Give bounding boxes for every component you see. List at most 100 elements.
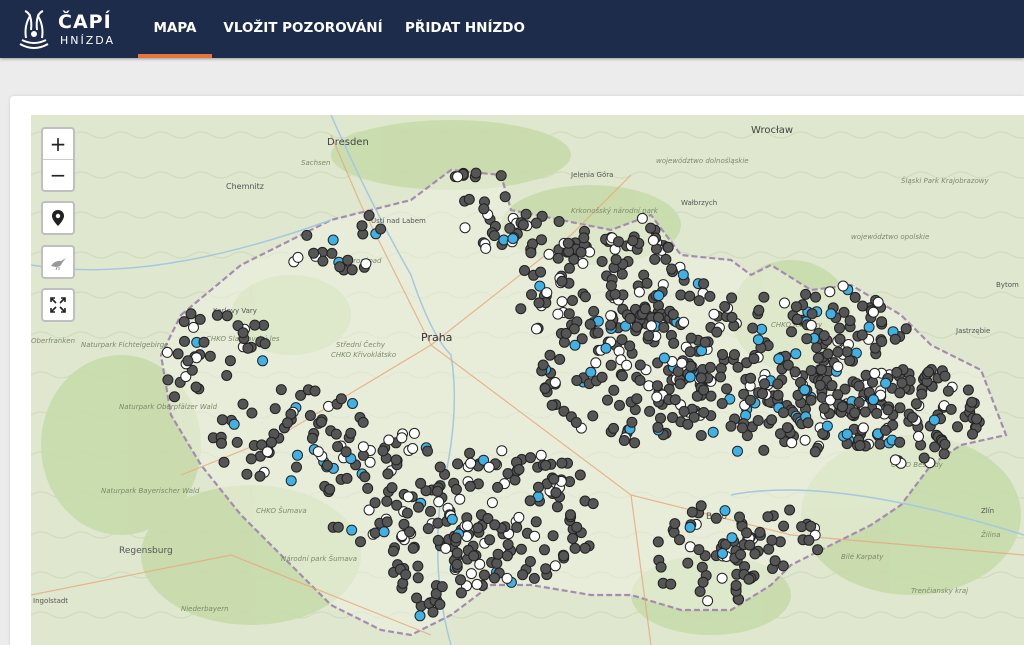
nest-marker[interactable] [386, 482, 398, 494]
nest-marker[interactable] [317, 255, 329, 267]
nest-marker[interactable] [312, 446, 324, 458]
nest-marker[interactable] [769, 555, 781, 567]
nest-marker[interactable] [753, 304, 765, 316]
nest-marker[interactable] [800, 288, 812, 300]
nest-marker[interactable] [414, 610, 426, 622]
nest-marker[interactable] [301, 229, 313, 241]
nest-marker[interactable] [478, 569, 490, 581]
nest-marker[interactable] [645, 320, 657, 332]
nest-marker[interactable] [649, 253, 661, 265]
nest-marker[interactable] [436, 581, 448, 593]
nest-marker[interactable] [434, 461, 446, 473]
nest-marker[interactable] [246, 407, 258, 419]
nav-item-vlozit-pozorovani[interactable]: VLOŽIT POZOROVÁNÍ [222, 0, 384, 58]
nest-marker[interactable] [695, 372, 707, 384]
nest-marker[interactable] [402, 491, 414, 503]
nest-marker[interactable] [556, 275, 568, 287]
nest-marker[interactable] [218, 456, 230, 468]
nest-marker[interactable] [413, 501, 424, 513]
nest-marker[interactable] [507, 233, 519, 245]
nest-marker[interactable] [660, 253, 672, 265]
nest-marker[interactable] [565, 509, 576, 521]
nest-marker[interactable] [633, 286, 645, 298]
nest-marker[interactable] [962, 384, 974, 396]
nest-marker[interactable] [363, 210, 375, 221]
nest-marker[interactable] [710, 512, 722, 524]
nest-marker[interactable] [826, 380, 838, 391]
nest-marker[interactable] [841, 346, 853, 358]
nest-marker[interactable] [812, 352, 824, 364]
nest-marker[interactable] [677, 269, 689, 281]
nest-marker[interactable] [854, 440, 866, 451]
nest-marker[interactable] [616, 370, 628, 382]
nest-marker[interactable] [658, 321, 670, 333]
nest-marker[interactable] [801, 333, 813, 345]
nest-marker[interactable] [716, 572, 728, 584]
nest-marker[interactable] [923, 366, 934, 378]
nest-marker[interactable] [729, 349, 740, 361]
nest-marker[interactable] [805, 520, 817, 532]
nest-marker[interactable] [470, 167, 482, 179]
nest-marker[interactable] [570, 417, 582, 428]
nest-marker[interactable] [558, 336, 570, 348]
nest-marker[interactable] [668, 337, 680, 349]
nest-marker[interactable] [695, 500, 707, 512]
nest-marker[interactable] [266, 436, 277, 448]
nest-marker[interactable] [717, 548, 728, 559]
nest-marker[interactable] [549, 560, 561, 572]
nest-marker[interactable] [552, 252, 564, 264]
nav-item-pridat-hnizdo[interactable]: PŘIDAT HNÍZDO [400, 0, 530, 58]
nest-marker[interactable] [674, 534, 685, 546]
nest-marker[interactable] [341, 472, 353, 484]
nest-marker[interactable] [484, 534, 496, 546]
nest-marker[interactable] [496, 445, 508, 457]
nest-marker[interactable] [524, 556, 536, 567]
nest-marker[interactable] [541, 287, 553, 299]
nest-marker[interactable] [600, 342, 612, 354]
nest-marker[interactable] [355, 536, 366, 548]
nest-marker[interactable] [803, 534, 815, 546]
nest-marker[interactable] [569, 339, 581, 351]
nest-marker[interactable] [539, 383, 551, 394]
nest-marker[interactable] [802, 417, 814, 429]
nest-marker[interactable] [574, 469, 586, 481]
nest-marker[interactable] [179, 335, 190, 347]
nest-marker[interactable] [474, 558, 486, 570]
nest-marker[interactable] [309, 385, 321, 397]
nest-marker[interactable] [786, 326, 797, 338]
nest-marker[interactable] [791, 313, 803, 325]
nest-marker[interactable] [543, 248, 555, 260]
nest-marker[interactable] [501, 550, 513, 562]
nest-marker[interactable] [876, 316, 888, 328]
nest-marker[interactable] [779, 297, 790, 309]
nest-marker[interactable] [605, 359, 617, 371]
nest-marker[interactable] [575, 246, 587, 258]
nest-marker[interactable] [608, 422, 619, 434]
nest-marker[interactable] [198, 336, 210, 348]
nest-marker[interactable] [841, 428, 853, 440]
nest-marker[interactable] [425, 505, 436, 517]
nest-marker[interactable] [551, 501, 563, 513]
nest-marker[interactable] [480, 242, 492, 254]
nest-marker[interactable] [465, 457, 477, 469]
nest-marker[interactable] [676, 357, 688, 369]
nest-marker[interactable] [383, 434, 395, 446]
nest-marker[interactable] [624, 340, 636, 352]
nest-marker[interactable] [221, 370, 233, 381]
nest-marker[interactable] [853, 380, 865, 392]
nest-marker[interactable] [732, 445, 743, 457]
nest-marker[interactable] [262, 446, 273, 458]
nest-marker[interactable] [653, 290, 665, 302]
nest-marker[interactable] [939, 438, 951, 450]
nest-marker[interactable] [616, 268, 628, 280]
nest-marker[interactable] [396, 432, 408, 444]
nest-marker[interactable] [757, 388, 768, 400]
nest-marker[interactable] [531, 323, 542, 335]
nest-marker[interactable] [928, 414, 940, 426]
nest-marker[interactable] [652, 536, 664, 548]
nest-marker[interactable] [618, 435, 630, 446]
nest-marker[interactable] [655, 412, 666, 424]
nest-marker[interactable] [346, 524, 358, 536]
nest-marker[interactable] [216, 414, 228, 426]
nest-marker[interactable] [194, 313, 206, 325]
